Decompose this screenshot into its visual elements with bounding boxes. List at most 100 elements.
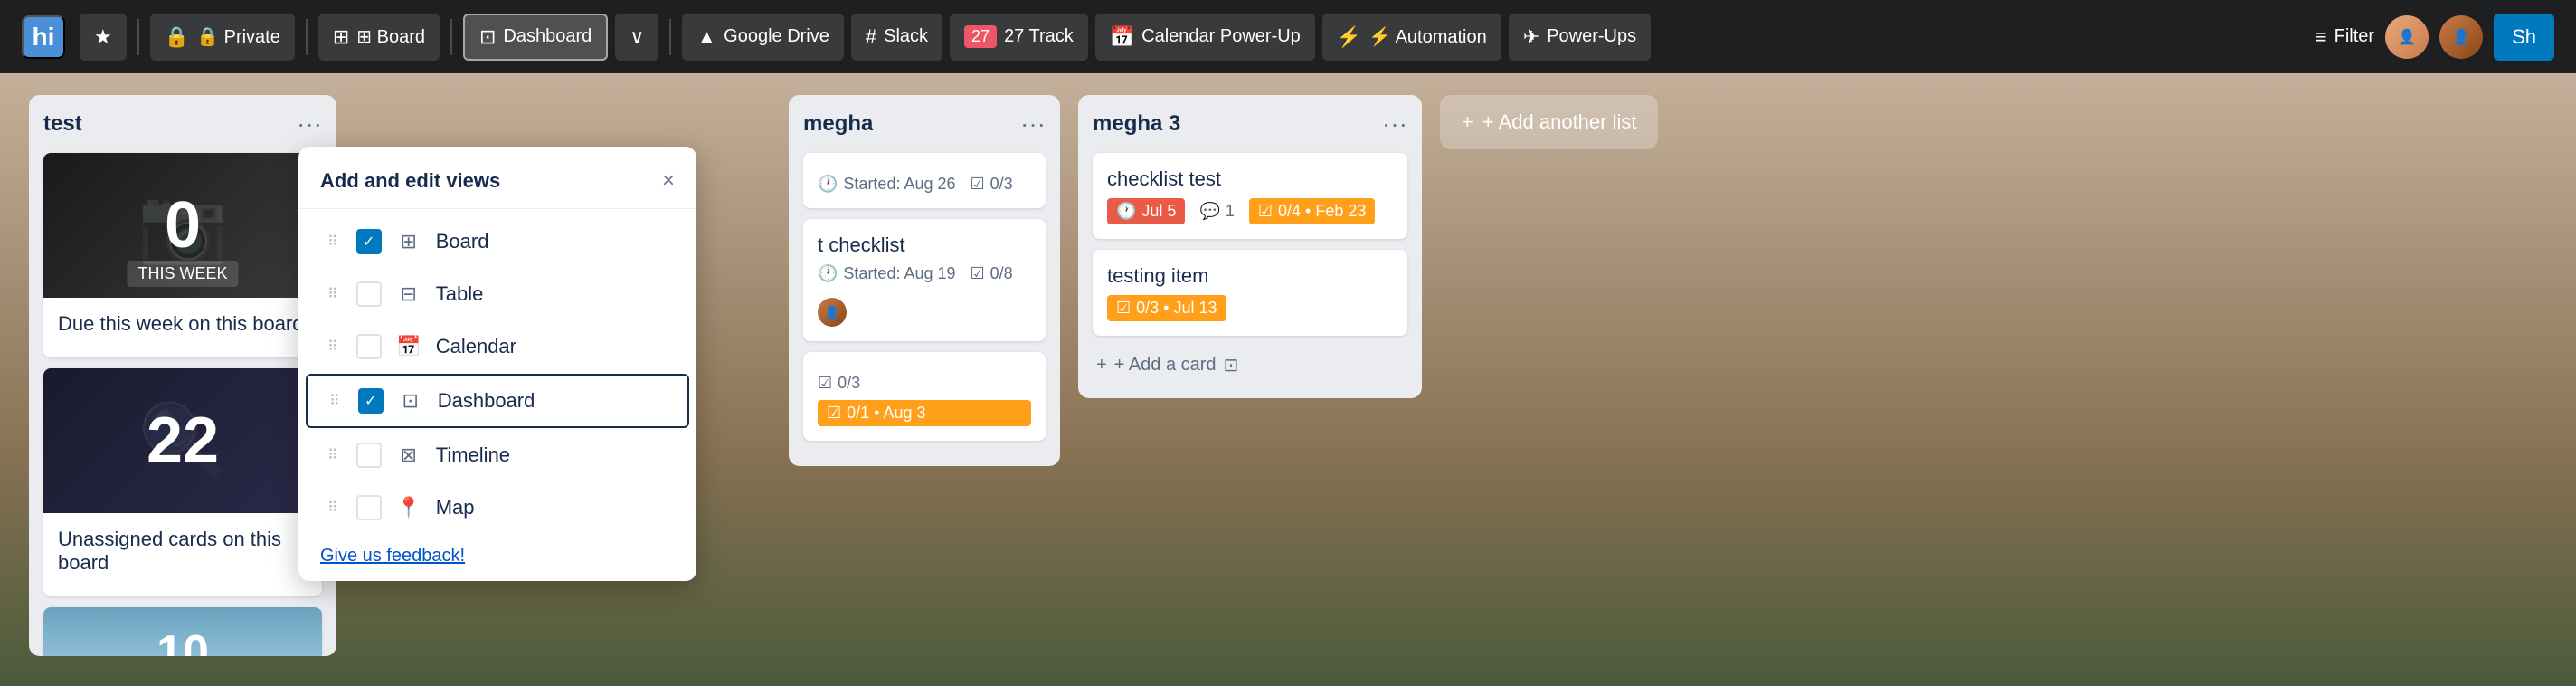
chevron-down-button[interactable]: ∨ [615, 14, 658, 61]
check-dashboard: ✓ [358, 388, 384, 414]
check-badge-icon-2: ☑ [1258, 202, 1273, 221]
view-item-board[interactable]: ⠿ ✓ ⊞ Board [306, 216, 689, 267]
card-testing-item[interactable]: testing item ☑ 0/3 • Jul 13 [1093, 250, 1407, 336]
card-checklist-meta: 🕐 Started: Aug 19 ☑ 0/8 👤 [818, 264, 1031, 327]
view-item-calendar[interactable]: ⠿ 📅 Calendar [306, 321, 689, 372]
slack-button[interactable]: # Slack [851, 14, 942, 61]
list-test-header: test ··· [43, 110, 322, 138]
badge-jul5: 🕐 Jul 5 [1107, 198, 1185, 224]
check-map [356, 495, 382, 520]
dropdown-title: Add and edit views [320, 169, 500, 193]
card-dark-bg: 📷 0 THIS WEEK [43, 153, 322, 298]
card-aug26[interactable]: 🕐 Started: Aug 26 ☑ 0/3 [803, 153, 1046, 208]
calendar-powerup-button[interactable]: 📅 Calendar Power-Up [1095, 14, 1315, 61]
check-icon: ☑ [971, 175, 985, 194]
card-due-week-body: Due this week on this board [43, 298, 322, 357]
automation-button[interactable]: ⚡ ⚡ Automation [1322, 14, 1501, 61]
powerups-button[interactable]: ✈ Power-Ups [1509, 14, 1651, 61]
track-button[interactable]: 27 27 Track [950, 14, 1088, 61]
lock-icon: 🔒 [165, 25, 189, 49]
card-testing-item-body: testing item ☑ 0/3 • Jul 13 [1093, 250, 1407, 336]
check-calendar [356, 334, 382, 359]
nav-right: ≡ Filter 👤 👤 Sh [2316, 14, 2554, 61]
board-view-icon: ⊞ [396, 230, 421, 253]
card-due-week[interactable]: 📷 0 THIS WEEK Due this week on this boar… [43, 153, 322, 357]
card-clouds-bg: 10 [43, 607, 322, 656]
card-checklist[interactable]: t checklist 🕐 Started: Aug 19 ☑ 0/8 👤 [803, 219, 1046, 341]
view-item-timeline[interactable]: ⠿ ⊠ Timeline [306, 430, 689, 481]
filter-icon: ≡ [2316, 25, 2327, 49]
view-item-map[interactable]: ⠿ 📍 Map [306, 482, 689, 533]
drag-handle-dashboard: ⠿ [329, 392, 340, 410]
chevron-down-icon: ∨ [630, 25, 644, 49]
avatar-2[interactable]: 👤 [2439, 15, 2483, 59]
view-item-dashboard[interactable]: ⠿ ✓ ⊡ Dashboard [306, 374, 689, 428]
nav-divider-3 [450, 19, 452, 55]
check-count-3: 0/3 [838, 374, 860, 393]
board-button[interactable]: ⊞ ⊞ Board [318, 14, 440, 61]
this-week-badge: THIS WEEK [127, 261, 238, 287]
avatar[interactable]: 👤 [2385, 15, 2429, 59]
card-unassigned-img: 🔍 22 [43, 368, 322, 513]
map-view-icon: 📍 [396, 496, 421, 519]
card-unassigned-body: Unassigned cards on this board [43, 513, 322, 596]
automation-icon: ⚡ [1337, 25, 1361, 49]
card-checklist-test-meta: 🕐 Jul 5 💬 1 ☑ 0/4 • Feb 23 [1107, 198, 1393, 224]
card-checklist-body: t checklist 🕐 Started: Aug 19 ☑ 0/8 👤 [803, 219, 1046, 341]
avatar-initials: 👤 [2398, 28, 2416, 46]
calendar-view-icon: 📅 [396, 335, 421, 358]
feedback-link[interactable]: Give us feedback! [298, 535, 696, 567]
check-icon-2: ☑ [971, 264, 985, 283]
slack-icon: # [866, 25, 876, 49]
card-dark-bg-2: 🔍 22 [43, 368, 322, 513]
timeline-view-label: Timeline [436, 443, 510, 467]
main-area: Add and edit views × ⠿ ✓ ⊞ Board ⠿ ⊟ Tab… [0, 73, 2576, 686]
card-3-badge-label: 0/1 • Aug 3 [847, 404, 925, 423]
check-icon-3: ☑ [818, 374, 832, 393]
card-3-check: ☑ 0/3 [818, 374, 860, 393]
close-button[interactable]: × [662, 168, 675, 194]
filter-label: Filter [2334, 26, 2374, 47]
private-button[interactable]: 🔒 🔒 Private [150, 14, 295, 61]
badge-jul13-label: 0/3 • Jul 13 [1136, 299, 1217, 318]
card-clouds[interactable]: 10 [43, 607, 322, 656]
private-label: 🔒 Private [196, 25, 280, 48]
card-comment: 💬 1 [1199, 202, 1234, 221]
view-item-table[interactable]: ⠿ ⊟ Table [306, 269, 689, 319]
filter-button[interactable]: ≡ Filter [2316, 25, 2374, 49]
list-test: test ··· 📷 0 THIS WEEK Due this week on … [29, 95, 336, 656]
card-checklist-started: 🕐 Started: Aug 19 [818, 264, 956, 283]
card-checklist-check: ☑ 0/8 [971, 264, 1013, 283]
comment-icon: 💬 [1199, 202, 1219, 221]
clock-badge-icon: 🕐 [1116, 202, 1136, 221]
list-test-menu[interactable]: ··· [297, 110, 322, 138]
star-button[interactable]: ★ [80, 14, 127, 61]
card-3[interactable]: ☑ 0/3 ☑ 0/1 • Aug 3 [803, 352, 1046, 441]
check-count: 0/3 [990, 175, 1013, 194]
clock-icon: 🕐 [818, 175, 838, 194]
check-table [356, 281, 382, 307]
logo-button[interactable]: hi [22, 15, 65, 59]
add-list-button[interactable]: + + Add another list [1440, 95, 1658, 149]
dashboard-button[interactable]: ⊡ Dashboard [463, 14, 608, 61]
googledrive-button[interactable]: ▲ Google Drive [682, 14, 844, 61]
sh-button[interactable]: Sh [2494, 14, 2554, 61]
googledrive-icon: ▲ [696, 25, 716, 49]
card-checklist-test[interactable]: checklist test 🕐 Jul 5 💬 1 ☑ 0/4 • Feb [1093, 153, 1407, 239]
add-list-plus-icon: + [1462, 110, 1473, 134]
list-megha-menu[interactable]: ··· [1020, 110, 1046, 138]
list-megha3-menu[interactable]: ··· [1382, 110, 1407, 138]
card-testing-item-title: testing item [1107, 264, 1393, 288]
list-megha3: megha 3 ··· checklist test 🕐 Jul 5 💬 1 [1078, 95, 1422, 398]
card-clouds-img: 10 [43, 607, 322, 656]
add-card-button[interactable]: + + Add a card ⊡ [1093, 347, 1242, 384]
card-aug26-meta: 🕐 Started: Aug 26 ☑ 0/3 [818, 175, 1031, 194]
started-label: Started: Aug 26 [843, 175, 955, 194]
slack-label: Slack [884, 26, 928, 47]
card-unassigned-title: Unassigned cards on this board [58, 528, 308, 575]
nav-divider-1 [137, 19, 139, 55]
drag-handle-timeline: ⠿ [327, 446, 338, 464]
card-3-body: ☑ 0/3 ☑ 0/1 • Aug 3 [803, 352, 1046, 441]
card-due-week-img: 📷 0 THIS WEEK [43, 153, 322, 298]
card-unassigned[interactable]: 🔍 22 Unassigned cards on this board [43, 368, 322, 596]
